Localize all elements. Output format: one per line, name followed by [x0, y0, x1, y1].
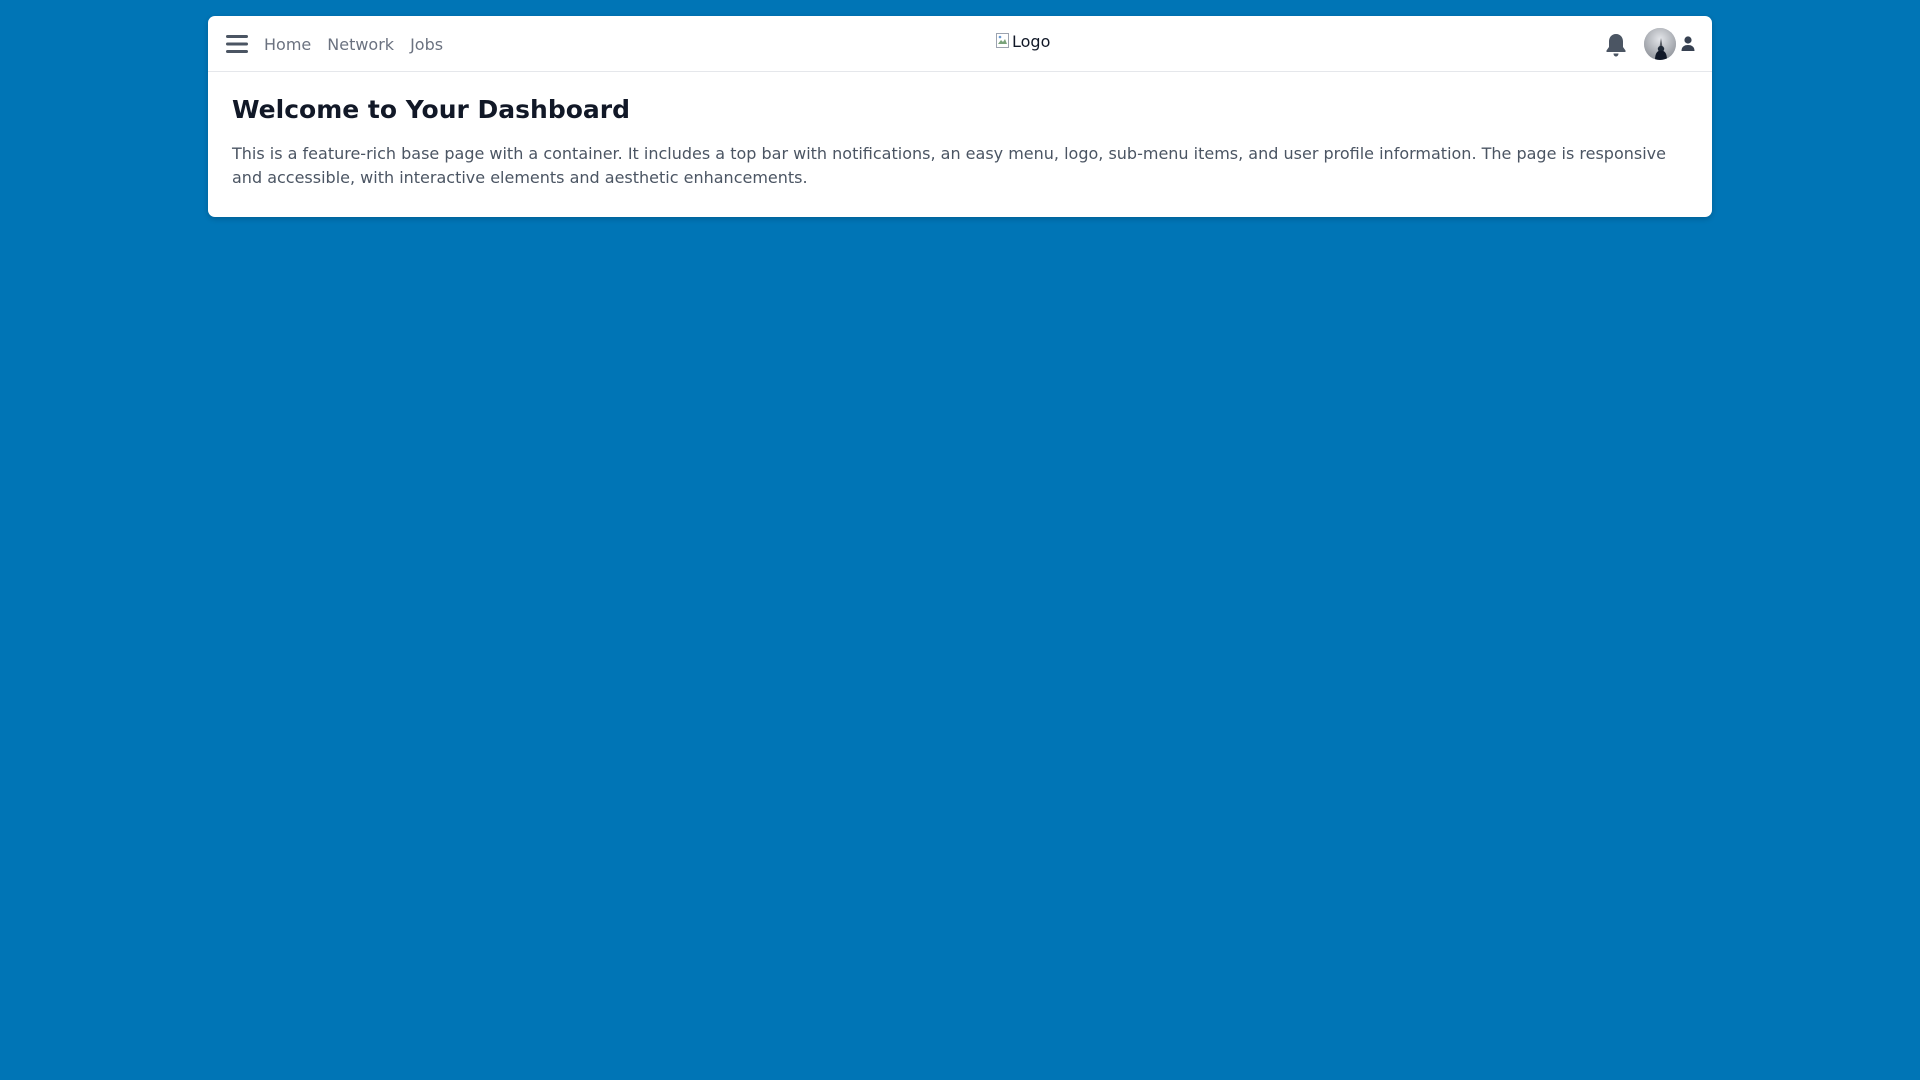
avatar[interactable]: [1644, 28, 1676, 60]
nav-jobs[interactable]: Jobs: [410, 35, 443, 54]
broken-image-icon: [996, 33, 1010, 49]
logo[interactable]: Logo: [996, 29, 1050, 53]
page-title: Welcome to Your Dashboard: [232, 95, 631, 124]
user-icon[interactable]: [1680, 35, 1696, 53]
sub-menu: Home Network Jobs: [264, 16, 443, 72]
hamburger-menu-icon[interactable]: [222, 29, 252, 59]
main-content: Welcome to Your Dashboard This is a feat…: [208, 72, 1712, 190]
nav-home[interactable]: Home: [264, 35, 311, 54]
bell-icon[interactable]: [1603, 31, 1629, 59]
page-description: This is a feature-rich base page with a …: [232, 144, 1666, 187]
logo-alt-text: Logo: [1012, 31, 1051, 51]
dashboard-card: Home Network Jobs Logo Welcome to Your D…: [208, 16, 1712, 217]
nav-network[interactable]: Network: [327, 35, 394, 54]
top-bar: Home Network Jobs Logo: [208, 16, 1712, 72]
